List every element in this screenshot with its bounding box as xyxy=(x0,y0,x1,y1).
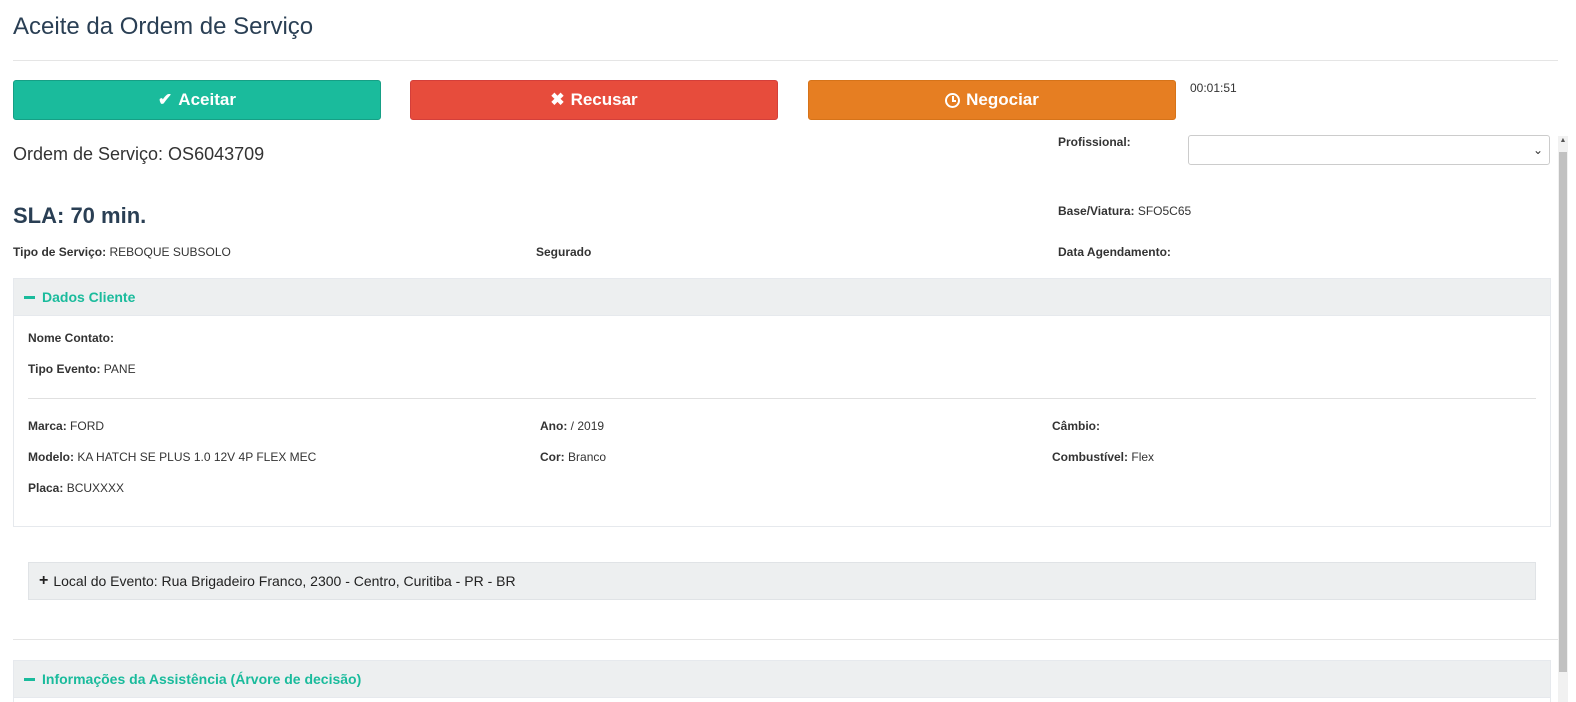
times-icon: ✖ xyxy=(550,90,565,109)
accept-button[interactable]: ✔ Aceitar xyxy=(13,80,381,120)
modelo-value: KA HATCH SE PLUS 1.0 12V 4P FLEX MEC xyxy=(77,450,317,464)
section-divider xyxy=(13,639,1558,640)
tipo-evento-label: Tipo Evento: xyxy=(28,362,101,376)
marca-value: FORD xyxy=(70,419,105,433)
minus-icon xyxy=(24,677,35,681)
profissional-select[interactable]: ⌄ xyxy=(1188,135,1550,165)
tipo-evento-value: PANE xyxy=(103,362,136,376)
base-viatura-field: Base/Viatura: SFO5C65 xyxy=(1058,204,1191,218)
page-title: Aceite da Ordem de Serviço xyxy=(13,13,314,40)
local-evento-header[interactable]: + Local do Evento: Rua Brigadeiro Franco… xyxy=(28,562,1536,600)
marca-field: Marca: FORD xyxy=(28,419,104,433)
combustivel-field: Combustível: Flex xyxy=(1052,450,1154,464)
tipo-servico-label: Tipo de Serviço: xyxy=(13,245,107,259)
segurado-field: Segurado xyxy=(536,245,591,259)
cliente-divider xyxy=(28,398,1536,399)
tipo-servico-value: REBOQUE SUBSOLO xyxy=(109,245,231,259)
tipo-evento-field: Tipo Evento: PANE xyxy=(28,362,136,376)
refuse-button[interactable]: ✖ Recusar xyxy=(410,80,778,120)
placa-value: BCUXXXX xyxy=(66,481,125,495)
assistencia-header[interactable]: Informações da Assistência (Árvore de de… xyxy=(14,661,1550,698)
dados-cliente-body: Nome Contato: Tipo Evento: PANE Marca: F… xyxy=(14,316,1550,526)
ano-label: Ano: xyxy=(540,419,568,433)
modelo-label: Modelo: xyxy=(28,450,74,464)
placa-field: Placa: BCUXXXX xyxy=(28,481,124,495)
dados-cliente-header[interactable]: Dados Cliente xyxy=(14,279,1550,316)
combustivel-label: Combustível: xyxy=(1052,450,1129,464)
assistencia-panel: Informações da Assistência (Árvore de de… xyxy=(13,660,1551,702)
minus-icon xyxy=(24,295,35,299)
order-number: Ordem de Serviço: OS6043709 xyxy=(13,144,265,164)
check-icon: ✔ xyxy=(158,90,173,109)
local-evento-text: Local do Evento: Rua Brigadeiro Franco, … xyxy=(53,573,516,589)
tipo-servico-field: Tipo de Serviço: REBOQUE SUBSOLO xyxy=(13,245,231,259)
data-agendamento-label: Data Agendamento: xyxy=(1058,245,1171,259)
segurado-label: Segurado xyxy=(536,245,592,259)
combustivel-value: Flex xyxy=(1131,450,1155,464)
nome-contato-label: Nome Contato: xyxy=(28,331,114,345)
cambio-label: Câmbio: xyxy=(1052,419,1100,433)
base-viatura-value: SFO5C65 xyxy=(1137,204,1192,218)
clock-icon xyxy=(945,92,961,108)
cor-value: Branco xyxy=(568,450,607,464)
chevron-down-icon: ⌄ xyxy=(1532,143,1543,157)
countdown-timer: 00:01:51 xyxy=(1190,81,1237,95)
ano-field: Ano: / 2019 xyxy=(540,419,604,433)
dados-cliente-title: Dados Cliente xyxy=(42,289,136,305)
cor-field: Cor: Branco xyxy=(540,450,606,464)
scrollbar-thumb[interactable] xyxy=(1559,152,1567,672)
cor-label: Cor: xyxy=(540,450,565,464)
profissional-label: Profissional: xyxy=(1058,135,1131,149)
ano-value: / 2019 xyxy=(570,419,605,433)
scroll-up-arrow-icon[interactable]: ▲ xyxy=(1558,137,1568,144)
nome-contato-field: Nome Contato: xyxy=(28,331,114,345)
base-viatura-label: Base/Viatura: xyxy=(1058,204,1135,218)
placa-label: Placa: xyxy=(28,481,64,495)
accept-button-label: Aceitar xyxy=(178,90,236,109)
title-divider xyxy=(13,60,1558,61)
dados-cliente-panel: Dados Cliente Nome Contato: Tipo Evento:… xyxy=(13,278,1551,527)
refuse-button-label: Recusar xyxy=(570,90,638,109)
marca-label: Marca: xyxy=(28,419,67,433)
cambio-field: Câmbio: xyxy=(1052,419,1100,433)
plus-icon: + xyxy=(39,572,49,589)
data-agendamento-field: Data Agendamento: xyxy=(1058,245,1171,259)
assistencia-title: Informações da Assistência (Árvore de de… xyxy=(42,671,362,687)
negotiate-button-label: Negociar xyxy=(966,90,1039,109)
modelo-field: Modelo: KA HATCH SE PLUS 1.0 12V 4P FLEX… xyxy=(28,450,316,464)
negotiate-button[interactable]: Negociar xyxy=(808,80,1176,120)
sla-text: SLA: 70 min. xyxy=(13,203,147,228)
